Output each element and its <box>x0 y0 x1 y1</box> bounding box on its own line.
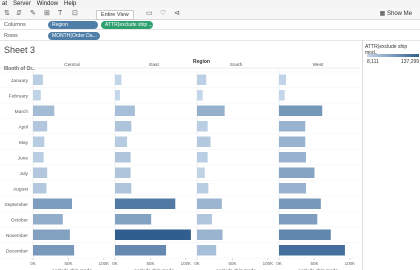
bar <box>115 167 131 178</box>
x-tick-label: 0K <box>276 261 282 266</box>
bar <box>197 183 209 194</box>
bar <box>33 136 45 147</box>
month-label: August <box>13 186 29 192</box>
bar <box>115 198 176 209</box>
bar <box>33 121 48 132</box>
bar <box>33 198 72 209</box>
month-label: January <box>11 78 29 84</box>
month-label: July <box>19 171 28 177</box>
bar <box>197 136 211 147</box>
pane-divider <box>362 40 363 270</box>
bar-chart: January February March April May June July Augu… <box>0 62 360 270</box>
bar <box>33 214 63 225</box>
legend-gradient <box>367 54 419 57</box>
bar <box>279 90 285 101</box>
bar <box>115 121 132 132</box>
bar <box>197 167 205 178</box>
month-label: June <box>18 155 29 161</box>
bar <box>33 183 47 194</box>
color-legend: ATTR(exclude ship mod.. 8,111 137,299 <box>365 44 420 65</box>
x-tick-label: 50K <box>228 261 236 266</box>
bar <box>279 105 323 116</box>
bar <box>197 74 207 85</box>
bar <box>279 121 306 132</box>
bar <box>197 152 208 163</box>
month-label: April <box>18 124 28 130</box>
x-tick-label: 50K <box>64 261 72 266</box>
region-column-header: Central <box>64 62 79 68</box>
region-column-header: South <box>230 62 243 68</box>
x-tick-label: 0K <box>112 261 118 266</box>
bar <box>115 229 191 240</box>
bar <box>279 136 306 147</box>
bar <box>197 90 203 101</box>
bar <box>279 74 287 85</box>
bar <box>279 214 318 225</box>
month-label: November <box>6 233 29 239</box>
month-label: December <box>6 248 29 254</box>
x-tick-label: 100K <box>99 261 110 266</box>
month-label: March <box>15 109 29 115</box>
bar <box>279 152 306 163</box>
bar <box>33 229 70 240</box>
bar <box>115 214 152 225</box>
x-tick-label: 0K <box>194 261 200 266</box>
bar <box>115 74 122 85</box>
month-label: September <box>5 202 29 208</box>
bar <box>33 90 41 101</box>
x-tick-label: 50K <box>146 261 154 266</box>
region-column-header: West <box>313 62 325 68</box>
bar <box>197 198 222 209</box>
x-tick-label: 100K <box>181 261 192 266</box>
bar <box>197 105 225 116</box>
bar <box>115 105 135 116</box>
x-tick-label: 0K <box>30 261 36 266</box>
legend-min: 8,111 <box>367 59 379 65</box>
bar <box>197 245 217 256</box>
bar <box>115 90 120 101</box>
bar <box>279 167 315 178</box>
bar <box>33 245 75 256</box>
bar <box>33 152 44 163</box>
bar <box>279 183 306 194</box>
month-label: October <box>11 217 28 223</box>
bar <box>115 152 131 163</box>
region-column-header: East <box>149 62 159 68</box>
bar <box>279 245 345 256</box>
bar <box>115 136 128 147</box>
legend-max: 137,299 <box>401 59 420 65</box>
bar <box>279 198 321 209</box>
x-tick-label: 50K <box>310 261 318 266</box>
bar <box>115 245 167 256</box>
month-label: May <box>19 140 29 146</box>
bar <box>33 74 43 85</box>
month-label: February <box>9 93 29 99</box>
bar <box>33 167 48 178</box>
x-tick-label: 100K <box>345 261 356 266</box>
x-tick-label: 100K <box>263 261 274 266</box>
bar <box>197 121 208 132</box>
bar <box>197 214 212 225</box>
bar <box>197 229 223 240</box>
bar <box>33 105 55 116</box>
bar <box>115 183 132 194</box>
bar <box>279 229 331 240</box>
